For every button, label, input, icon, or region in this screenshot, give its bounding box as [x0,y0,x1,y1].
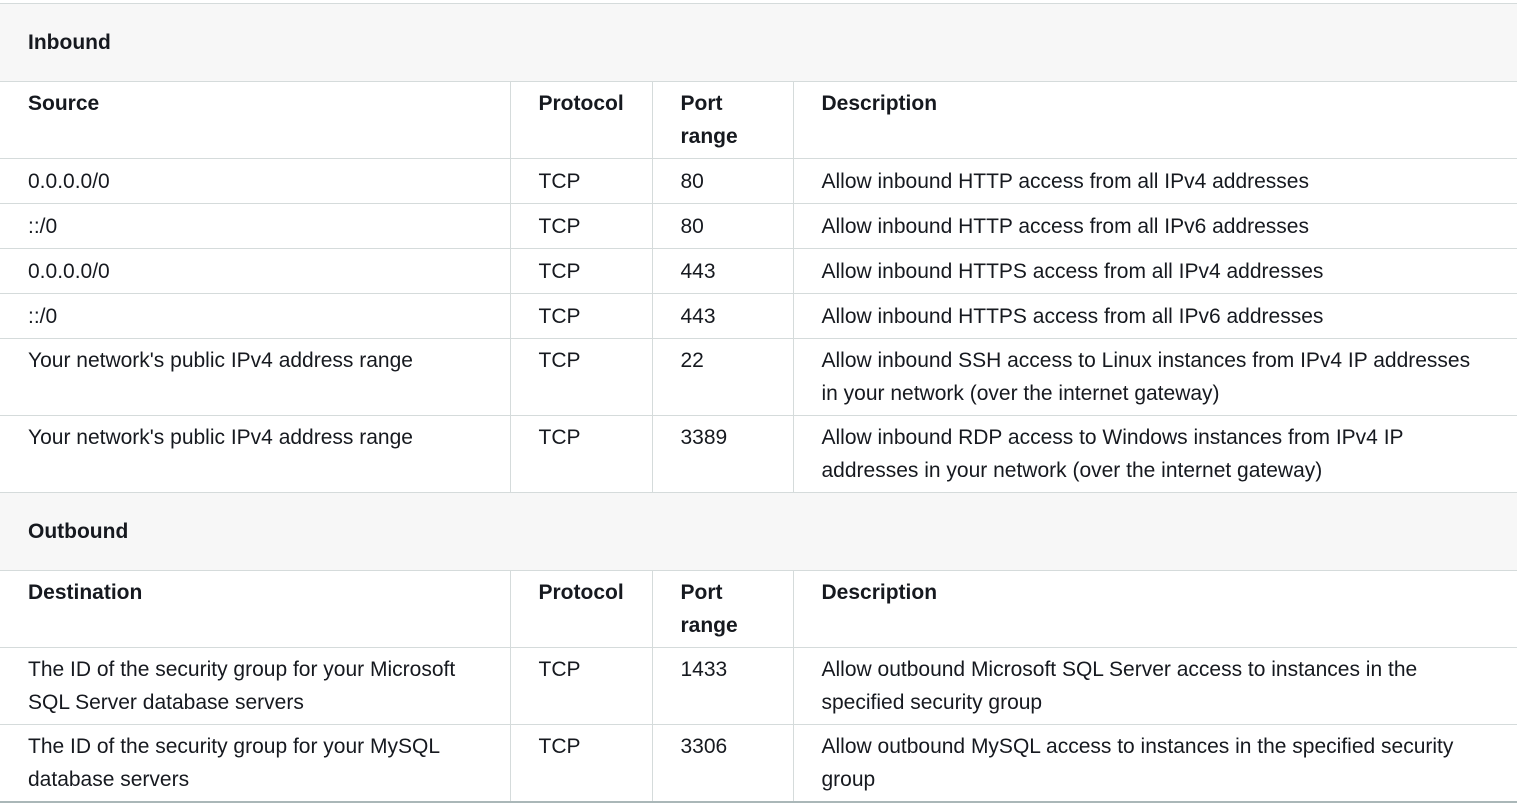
header-port-range: Port range [651,570,793,648]
table-row: Your network's public IPv4 address range… [0,338,1517,416]
cell-port: 3389 [651,415,793,493]
header-port-range-label: Port range [680,92,738,148]
cell-protocol: TCP [509,724,652,803]
table-row: ::/0 TCP 80 Allow inbound HTTP access fr… [0,203,1517,249]
table-row: ::/0 TCP 443 Allow inbound HTTPS access … [0,293,1517,339]
cell-description: Allow inbound HTTP access from all IPv6 … [792,203,1517,249]
cell-source: 0.0.0.0/0 [0,248,510,294]
cell-port: 22 [651,338,793,416]
outbound-section-row: Outbound [0,492,1517,571]
cell-protocol: TCP [509,293,652,339]
cell-source: ::/0 [0,293,510,339]
table-row: 0.0.0.0/0 TCP 443 Allow inbound HTTPS ac… [0,248,1517,294]
rules-table-body: Inbound Source Protocol Port range Descr… [0,3,1517,803]
cell-destination: The ID of the security group for your My… [0,724,510,803]
cell-description: Allow outbound Microsoft SQL Server acce… [792,647,1517,725]
cell-protocol: TCP [509,338,652,416]
header-description: Description [792,570,1517,648]
cell-description: Allow inbound HTTPS access from all IPv6… [792,293,1517,339]
outbound-header-row: Destination Protocol Port range Descript… [0,570,1517,648]
header-protocol: Protocol [509,81,652,159]
inbound-section-row: Inbound [0,3,1517,82]
cell-source: Your network's public IPv4 address range [0,338,510,416]
header-source: Source [0,81,510,159]
cell-protocol: TCP [509,248,652,294]
cell-description: Allow inbound RDP access to Windows inst… [792,415,1517,493]
inbound-section-title: Inbound [0,3,1517,82]
cell-source: Your network's public IPv4 address range [0,415,510,493]
cell-port: 443 [651,293,793,339]
cell-port: 80 [651,203,793,249]
cell-source: 0.0.0.0/0 [0,158,510,204]
cell-protocol: TCP [509,415,652,493]
security-group-rules-table: Inbound Source Protocol Port range Descr… [0,3,1517,803]
inbound-header-row: Source Protocol Port range Description [0,81,1517,159]
cell-port: 3306 [651,724,793,803]
table-row: The ID of the security group for your Mi… [0,647,1517,725]
table-row: 0.0.0.0/0 TCP 80 Allow inbound HTTP acce… [0,158,1517,204]
cell-port: 80 [651,158,793,204]
header-description: Description [792,81,1517,159]
cell-protocol: TCP [509,647,652,725]
cell-port: 443 [651,248,793,294]
header-protocol: Protocol [509,570,652,648]
cell-protocol: TCP [509,203,652,249]
cell-source: ::/0 [0,203,510,249]
outbound-section-title: Outbound [0,492,1517,571]
security-group-rules: Inbound Source Protocol Port range Descr… [0,3,1517,803]
table-row: The ID of the security group for your My… [0,724,1517,803]
header-port-range-label: Port range [680,581,738,637]
cell-port: 1433 [651,647,793,725]
cell-description: Allow outbound MySQL access to instances… [792,724,1517,803]
cell-description: Allow inbound HTTP access from all IPv4 … [792,158,1517,204]
table-row: Your network's public IPv4 address range… [0,415,1517,493]
header-destination: Destination [0,570,510,648]
header-port-range: Port range [651,81,793,159]
cell-destination: The ID of the security group for your Mi… [0,647,510,725]
cell-description: Allow inbound SSH access to Linux instan… [792,338,1517,416]
cell-protocol: TCP [509,158,652,204]
cell-description: Allow inbound HTTPS access from all IPv4… [792,248,1517,294]
